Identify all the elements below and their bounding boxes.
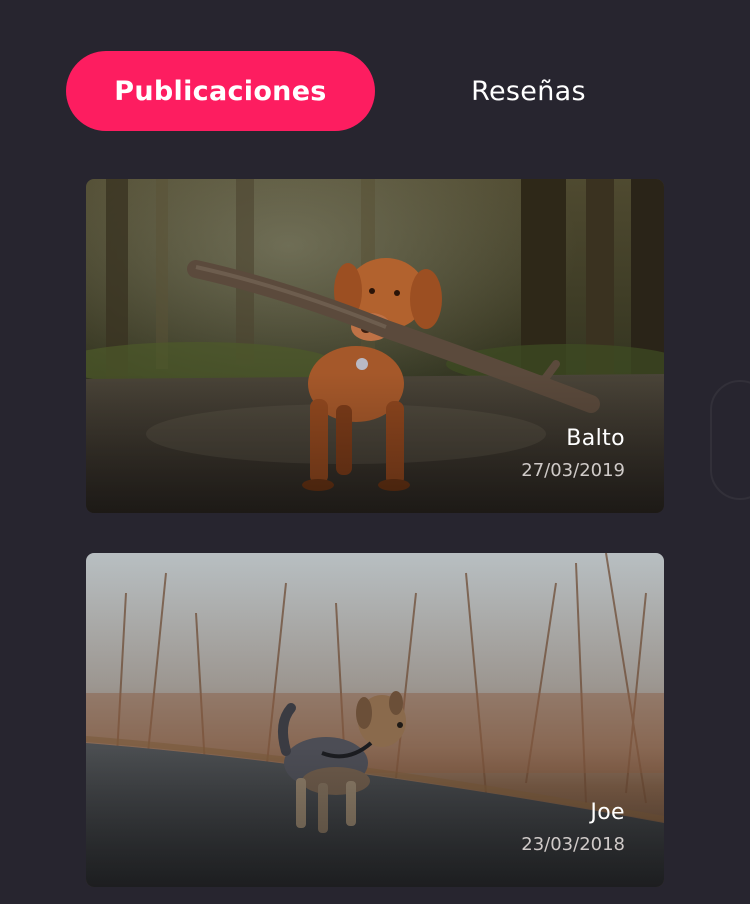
post-card[interactable]: Joe 23/03/2018 [86,553,664,887]
post-date: 23/03/2018 [521,834,625,855]
post-date: 27/03/2019 [521,460,625,481]
background-decoration [710,380,750,500]
post-card[interactable]: Balto 27/03/2019 [86,179,664,513]
card-shade [86,747,664,887]
pet-name: Balto [566,426,625,451]
tab-resenas[interactable]: Reseñas [406,51,651,131]
tab-publicaciones[interactable]: Publicaciones [66,51,375,131]
pet-name: Joe [590,800,625,825]
tab-bar: Publicaciones Reseñas [66,51,686,131]
profile-screen: Publicaciones Reseñas Balto 27/03/2019 J… [0,0,750,904]
